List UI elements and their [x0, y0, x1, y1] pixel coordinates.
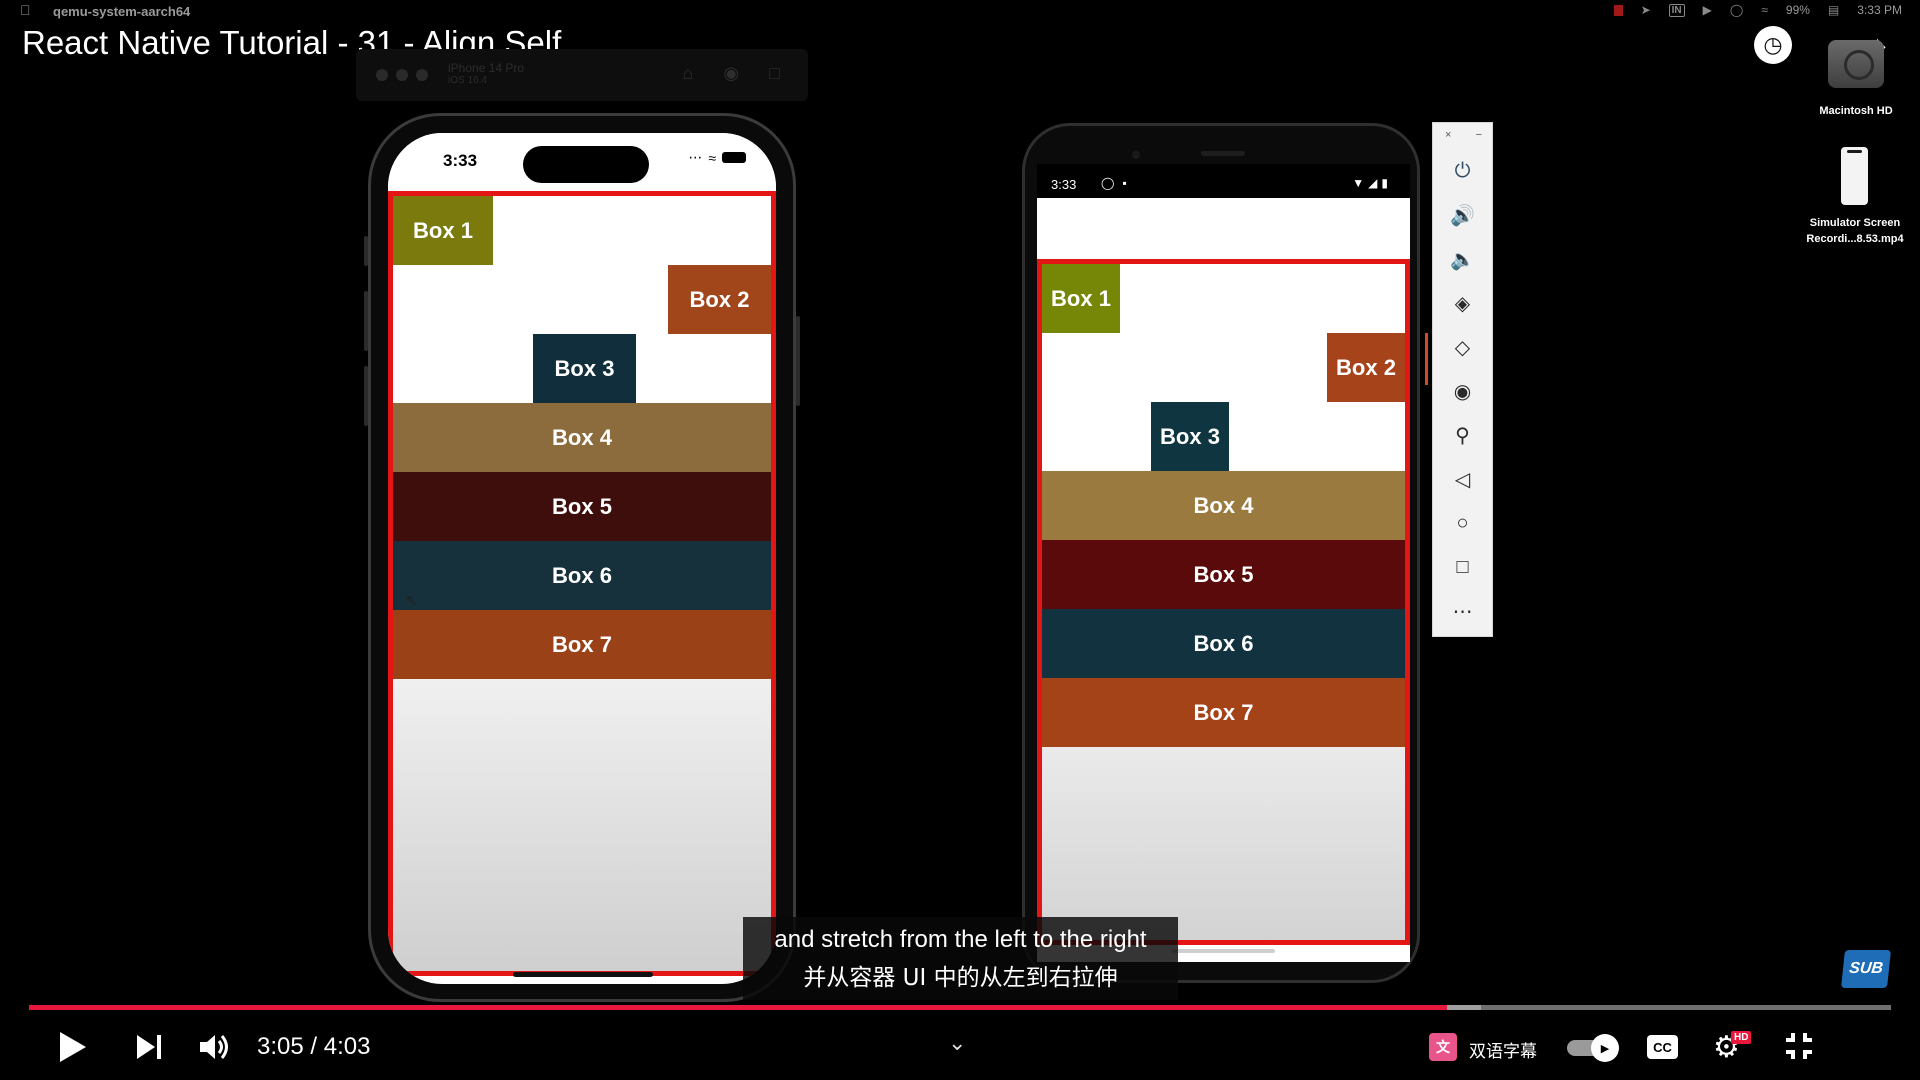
box-2: Box 2	[668, 265, 771, 334]
box-2: Box 2	[1327, 333, 1405, 402]
android-emulator: 3:33 ◯ ▪ ▼ ◢ ▮ Box 1 Box 2 Box 3 Box 4 B…	[1022, 123, 1420, 983]
minimize-icon[interactable]: −	[1476, 129, 1482, 149]
control-center-icon[interactable]: ▤	[1828, 3, 1839, 17]
wifi-icon: ≈	[708, 149, 716, 166]
earpiece-speaker	[1201, 151, 1245, 156]
volume-down-icon[interactable]: 🔈	[1433, 237, 1492, 281]
mouse-cursor-icon: ↖	[405, 593, 419, 610]
close-icon[interactable]: ×	[1445, 129, 1451, 149]
iphone-status-bar: 3:33 ⋯ ≈	[388, 133, 776, 191]
android-nav-handle[interactable]	[1172, 949, 1275, 953]
box-3: Box 3	[533, 334, 636, 403]
simulator-toolbar: iPhone 14 Pro iOS 16.4 ⌂ ◉ □	[356, 49, 808, 101]
emulator-control-panel: × − ⏻ 🔊 🔈 ◈ ◇ ◉ ⚲ ◁ ○ □ ⋯	[1432, 122, 1493, 637]
location-icon[interactable]: ➤	[1641, 3, 1651, 17]
menu-bar:  qemu-system-aarch64 ➤ IN ▶ ◯ ≈ 99% ▤ 3…	[0, 0, 1920, 22]
iphone-status-time: 3:33	[443, 151, 478, 170]
camera-icon[interactable]: ◉	[1433, 369, 1492, 413]
battery-icon	[722, 152, 746, 163]
cc-button[interactable]: CC	[1647, 1035, 1678, 1059]
simulator-device-name: iPhone 14 Pro iOS 16.4	[448, 61, 525, 87]
home-indicator[interactable]	[513, 972, 653, 977]
wifi-icon: ▼	[1352, 176, 1365, 190]
android-status-time: 3:33	[1051, 177, 1077, 192]
app-name[interactable]: qemu-system-aarch64	[53, 4, 190, 19]
back-icon[interactable]: ◁	[1433, 457, 1492, 501]
home-icon[interactable]: ○	[1433, 501, 1492, 545]
dynamic-island	[523, 146, 649, 183]
sub-badge[interactable]: SUB	[1841, 950, 1891, 988]
bilingual-subtitle-label[interactable]: 双语字幕	[1469, 1037, 1537, 1062]
input-icon[interactable]: IN	[1668, 3, 1685, 17]
hard-drive-icon[interactable]	[1828, 40, 1884, 88]
rotate-icon[interactable]: □	[769, 63, 780, 84]
user-icon[interactable]: ◯	[1730, 3, 1743, 17]
battery-icon: ▮	[1381, 176, 1388, 190]
more-icon[interactable]: ⋯	[1433, 589, 1492, 633]
watch-later-icon[interactable]: ◷	[1754, 26, 1792, 64]
android-status-bar: 3:33 ◯ ▪ ▼ ◢ ▮	[1037, 164, 1410, 198]
wifi-icon[interactable]: ≈	[1761, 3, 1768, 17]
video-file-icon[interactable]	[1841, 147, 1868, 205]
time-display: 3:05 / 4:03	[257, 1033, 371, 1060]
home-icon[interactable]: ⌂	[683, 63, 694, 84]
box-1: Box 1	[1042, 264, 1120, 333]
iphone-simulator: 3:33 ⋯ ≈ Box 1 Box 2 Box 3 Box 4 Box 5 B…	[364, 113, 800, 1002]
subtitle-chinese: 并从容器 UI 中的从左到右拉伸	[803, 964, 1118, 991]
record-icon[interactable]	[1613, 4, 1623, 16]
box-4: Box 4	[393, 403, 771, 472]
progress-bar[interactable]	[29, 1005, 1891, 1010]
box-7: Box 7	[1042, 678, 1405, 747]
played-bar	[29, 1005, 1447, 1010]
play-icon: ▶	[1591, 1034, 1619, 1062]
power-icon[interactable]: ⏻	[1433, 149, 1492, 193]
box-1: Box 1	[393, 196, 493, 265]
hd-badge: HD	[1731, 1031, 1752, 1044]
play-icon[interactable]	[58, 1030, 88, 1064]
desktop-item-recording[interactable]: Simulator Screen Recordi...8.53.mp4	[1790, 216, 1920, 248]
translate-icon[interactable]: 文	[1429, 1033, 1457, 1061]
screenshot-icon[interactable]: ◉	[723, 63, 739, 84]
autoplay-toggle[interactable]: ▶	[1567, 1034, 1621, 1062]
signal-icon: ◢	[1368, 176, 1378, 190]
volume-up-icon[interactable]: 🔊	[1433, 193, 1492, 237]
camera-lens	[1132, 151, 1140, 159]
window-controls[interactable]	[376, 69, 428, 81]
buffered-bar	[1446, 1005, 1482, 1010]
battery-percent[interactable]: 99%	[1786, 3, 1810, 17]
play-icon[interactable]: ▶	[1703, 3, 1712, 17]
exit-fullscreen-icon[interactable]	[1784, 1031, 1814, 1061]
overview-icon[interactable]: □	[1433, 545, 1492, 589]
chevron-down-icon[interactable]: ⌄	[948, 1030, 966, 1056]
next-icon[interactable]	[135, 1033, 163, 1061]
shield-icon: ◯	[1101, 176, 1115, 190]
zoom-icon[interactable]: ⚲	[1433, 413, 1492, 457]
menubar-clock[interactable]: 3:33 PM	[1857, 3, 1902, 17]
box-5: Box 5	[1042, 540, 1405, 609]
emulator-scroll-accent	[1425, 333, 1428, 385]
rotate-left-icon[interactable]: ◈	[1433, 281, 1492, 325]
rotate-right-icon[interactable]: ◇	[1433, 325, 1492, 369]
android-container: Box 1 Box 2 Box 3 Box 4 Box 5 Box 6 Box …	[1037, 259, 1410, 945]
box-6: Box 6	[1042, 609, 1405, 678]
apple-menu-icon[interactable]: 	[20, 2, 31, 18]
volume-icon[interactable]	[197, 1030, 231, 1064]
signal-icon: ⋯	[688, 149, 703, 165]
iphone-container: Box 1 Box 2 Box 3 Box 4 Box 5 Box 6 Box …	[388, 191, 776, 976]
iphone-screen[interactable]: 3:33 ⋯ ≈ Box 1 Box 2 Box 3 Box 4 Box 5 B…	[388, 133, 776, 984]
box-4: Box 4	[1042, 471, 1405, 540]
box-7: Box 7	[393, 610, 771, 679]
box-3: Box 3	[1151, 402, 1229, 471]
menubar-status-area: ➤ IN ▶ ◯ ≈ 99% ▤ 3:33 PM	[1613, 3, 1902, 17]
box-6: Box 6	[393, 541, 771, 610]
box-5: Box 5	[393, 472, 771, 541]
android-screen[interactable]: 3:33 ◯ ▪ ▼ ◢ ▮ Box 1 Box 2 Box 3 Box 4 B…	[1037, 164, 1410, 962]
subtitle-box: and stretch from the left to the right 并…	[743, 917, 1178, 1000]
desktop-item-macintosh-hd[interactable]: Macintosh HD	[1800, 104, 1912, 120]
subtitle-english: and stretch from the left to the right	[774, 925, 1147, 953]
sd-card-icon: ▪	[1122, 176, 1127, 190]
